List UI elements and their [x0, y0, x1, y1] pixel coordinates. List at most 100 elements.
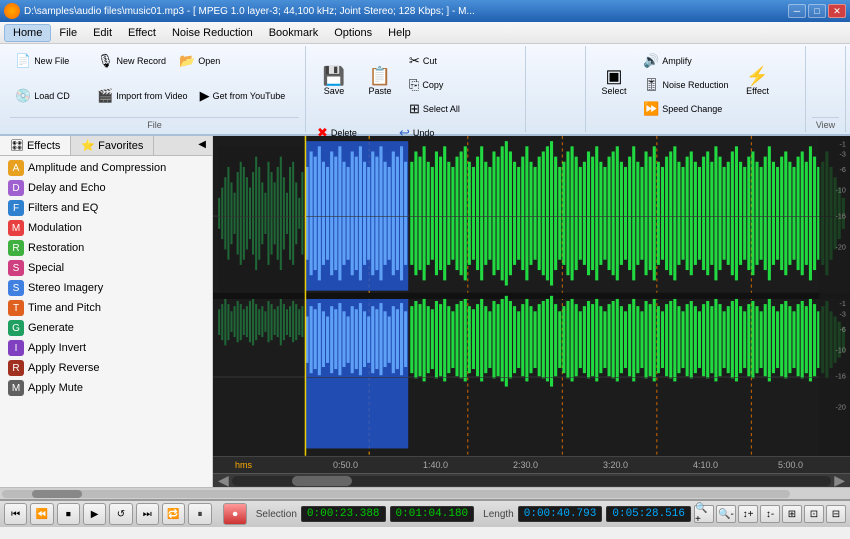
zoom-in-vertical-button[interactable]: ↕+	[738, 505, 758, 523]
waveform-display[interactable]: -1 -3 -6 -10 -16 -20 -1 -3 -6 -10 -16 -2…	[213, 136, 850, 456]
special-icon: S	[8, 260, 24, 276]
play-button[interactable]: ▶	[83, 503, 106, 525]
cut-button[interactable]: ✂ Cut	[404, 50, 484, 72]
svg-text:-10: -10	[836, 346, 846, 355]
maximize-button[interactable]: □	[808, 4, 826, 18]
minimize-button[interactable]: ─	[788, 4, 806, 18]
effect-generate[interactable]: G Generate	[0, 318, 212, 338]
svg-text:-20: -20	[836, 402, 846, 411]
special-label: Special	[28, 262, 64, 274]
effect-icon: ⚡	[746, 67, 768, 85]
menu-noise-reduction[interactable]: Noise Reduction	[164, 25, 261, 41]
select-all-icon: ⊞	[409, 101, 420, 117]
secondary-scrollbar-track[interactable]	[2, 490, 790, 498]
effect-stereo[interactable]: S Stereo Imagery	[0, 278, 212, 298]
open-button[interactable]: 📂 Open	[174, 50, 254, 72]
zoom-selection-button[interactable]: ⊡	[804, 505, 824, 523]
ribbon-group-select-effect: ▣ Select 🔊 Amplify 🎚 Noise Reduction ⏩ S…	[586, 46, 806, 132]
paste-button[interactable]: 📋 Paste	[358, 50, 402, 112]
new-record-label: New Record	[117, 56, 167, 66]
new-file-button[interactable]: 📄 New File	[10, 50, 90, 72]
save-button[interactable]: 💾 Save	[312, 50, 356, 112]
select-all-button[interactable]: ⊞ Select All	[404, 98, 484, 120]
speed-change-button[interactable]: ⏩ Speed Change	[638, 98, 734, 120]
svg-text:-3: -3	[839, 309, 845, 318]
ribbon-group-view: View	[806, 46, 846, 132]
record-button[interactable]: ⏺	[223, 503, 246, 525]
effect-modulation[interactable]: M Modulation	[0, 218, 212, 238]
favorites-tab-label: Favorites	[98, 140, 143, 152]
load-cd-label: Load CD	[34, 91, 70, 101]
modulation-label: Modulation	[28, 222, 82, 234]
effect-button[interactable]: ⚡ Effect	[736, 50, 780, 112]
effect-label: Effect	[746, 86, 769, 96]
pause-button[interactable]: ⏸	[188, 503, 211, 525]
mute-label: Apply Mute	[28, 382, 83, 394]
menu-file[interactable]: File	[51, 25, 85, 41]
favorites-tab[interactable]: ⭐ Favorites	[71, 136, 154, 155]
amplify-button[interactable]: 🔊 Amplify	[638, 50, 734, 72]
length-label: Length	[483, 509, 514, 520]
scroll-right-button[interactable]: ▶	[831, 472, 848, 487]
scroll-left-button[interactable]: ◀	[215, 472, 232, 487]
zoom-fit-button[interactable]: ⊞	[782, 505, 802, 523]
zoom-reset-button[interactable]: ⊟	[826, 505, 846, 523]
new-record-button[interactable]: 🎙 New Record	[92, 50, 172, 72]
effects-tab[interactable]: 🎛 Effects	[0, 136, 71, 155]
menu-bookmark[interactable]: Bookmark	[261, 25, 327, 41]
play-loop-button[interactable]: ↺	[109, 503, 132, 525]
open-label: Open	[198, 56, 220, 66]
loop-button[interactable]: 🔁	[162, 503, 185, 525]
horizontal-scrollbar[interactable]: ◀ ▶	[213, 473, 850, 487]
cut-label: Cut	[423, 56, 437, 66]
sidebar-expand-button[interactable]: ◀	[192, 136, 212, 155]
effect-delay[interactable]: D Delay and Echo	[0, 178, 212, 198]
secondary-scrollbar-thumb[interactable]	[32, 490, 82, 498]
reverse-icon: R	[8, 360, 24, 376]
scrollbar-track[interactable]	[232, 476, 831, 486]
timepitch-icon: T	[8, 300, 24, 316]
ribbon-group-editing	[526, 46, 586, 132]
menu-help[interactable]: Help	[380, 25, 419, 41]
go-end-button[interactable]: ⏭	[136, 503, 159, 525]
reverse-label: Apply Reverse	[28, 362, 100, 374]
svg-text:-16: -16	[836, 371, 846, 380]
prev-button[interactable]: ⏪	[30, 503, 53, 525]
zoom-out-vertical-button[interactable]: ↕-	[760, 505, 780, 523]
effect-mute[interactable]: M Apply Mute	[0, 378, 212, 398]
go-start-button[interactable]: ⏮	[4, 503, 27, 525]
copy-button[interactable]: ⎘ Copy	[404, 74, 484, 96]
zoom-in-horizontal-button[interactable]: 🔍+	[694, 505, 714, 523]
ribbon-group-file: 📄 New File 🎙 New Record 📂 Open 💿 Load CD…	[4, 46, 306, 132]
noise-reduction-button[interactable]: 🎚 Noise Reduction	[638, 74, 734, 96]
effect-reverse[interactable]: R Apply Reverse	[0, 358, 212, 378]
svg-text:-3: -3	[839, 150, 845, 159]
selection-group: Selection 0:00:23.388 0:01:04.180	[256, 506, 474, 522]
menu-options[interactable]: Options	[326, 25, 380, 41]
menu-home[interactable]: Home	[4, 24, 51, 42]
transport-bar: ⏮ ⏪ ⏹ ▶ ↺ ⏭ 🔁 ⏸ ⏺ Selection 0:00:23.388 …	[0, 499, 850, 527]
waveform-area[interactable]: -1 -3 -6 -10 -16 -20 -1 -3 -6 -10 -16 -2…	[213, 136, 850, 487]
time-ruler[interactable]: hms 0:50.0 1:40.0 2:30.0 3:20.0 4:10.0 5…	[213, 456, 850, 473]
effect-special[interactable]: S Special	[0, 258, 212, 278]
effect-timepitch[interactable]: T Time and Pitch	[0, 298, 212, 318]
effect-filters[interactable]: F Filters and EQ	[0, 198, 212, 218]
select-button[interactable]: ▣ Select	[592, 50, 636, 112]
scrollbar-thumb[interactable]	[292, 476, 352, 486]
effect-invert[interactable]: I Apply Invert	[0, 338, 212, 358]
selection-start-value: 0:00:23.388	[301, 506, 386, 522]
stop-button[interactable]: ⏹	[57, 503, 80, 525]
get-youtube-button[interactable]: ▶ Get from YouTube	[195, 85, 291, 107]
load-cd-button[interactable]: 💿 Load CD	[10, 85, 90, 107]
zoom-out-horizontal-button[interactable]: 🔍-	[716, 505, 736, 523]
main-area: 🎛 Effects ⭐ Favorites ◀ A Amplitude and …	[0, 136, 850, 487]
import-video-button[interactable]: 🎬 Import from Video	[92, 85, 193, 107]
menu-edit[interactable]: Edit	[85, 25, 120, 41]
close-button[interactable]: ✕	[828, 4, 846, 18]
zoom-controls: 🔍+ 🔍- ↕+ ↕- ⊞ ⊡ ⊟	[694, 505, 846, 523]
invert-icon: I	[8, 340, 24, 356]
effect-amplitude[interactable]: A Amplitude and Compression	[0, 158, 212, 178]
secondary-scrollbar[interactable]	[0, 487, 850, 499]
menu-effect[interactable]: Effect	[120, 25, 164, 41]
effect-restoration[interactable]: R Restoration	[0, 238, 212, 258]
